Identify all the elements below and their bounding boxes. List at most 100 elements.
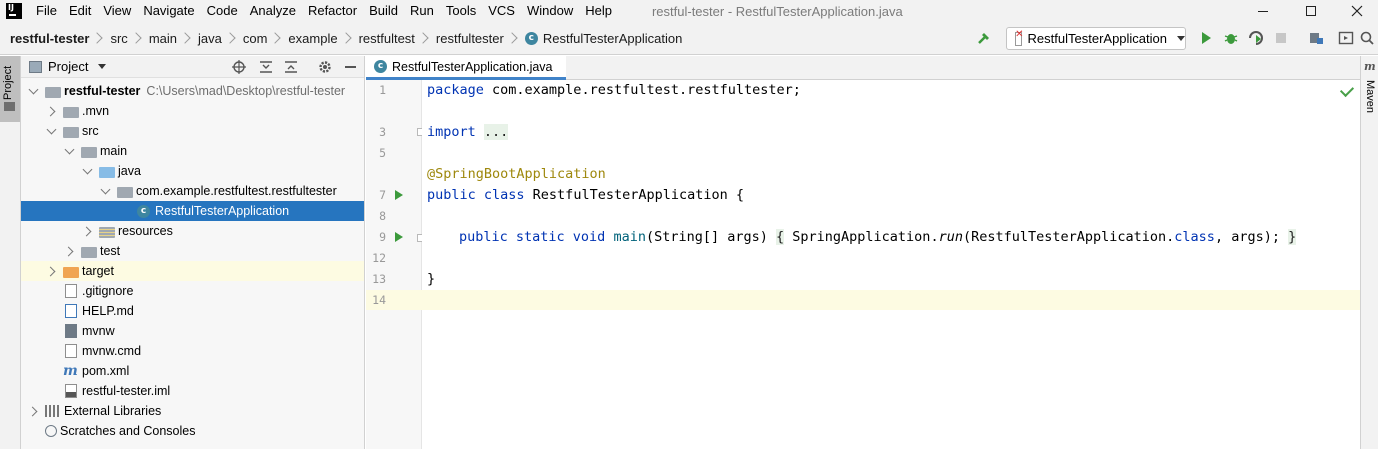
expand-arrow-icon[interactable] (79, 221, 95, 241)
run-with-coverage-icon[interactable] (1248, 30, 1264, 46)
tree-item-label: HELP.md (82, 304, 134, 318)
expand-arrow-icon[interactable] (43, 261, 59, 281)
expand-arrow-icon[interactable] (43, 121, 59, 141)
menu-navigate[interactable]: Navigate (137, 0, 200, 22)
expand-arrow-icon[interactable] (61, 241, 77, 261)
tree-item-label: test (100, 244, 121, 258)
expand-arrow-icon[interactable] (25, 401, 41, 421)
search-everywhere-icon[interactable] (1359, 30, 1375, 46)
menu-file[interactable]: File (30, 0, 63, 22)
project-tab-label: Project (2, 65, 14, 100)
breadcrumb-com[interactable]: com (243, 31, 268, 46)
line-number: 3 (379, 125, 386, 139)
menu-tools[interactable]: Tools (440, 0, 482, 22)
menu-vcs[interactable]: VCS (482, 0, 521, 22)
tree-item-main[interactable]: main (21, 141, 364, 161)
close-button[interactable] (1334, 0, 1378, 22)
tree-item-label: resources (118, 224, 173, 238)
tree-item-package[interactable]: com.example.restfultest.restfultester (21, 181, 364, 201)
module-folder-icon (45, 87, 61, 98)
expand-all-icon[interactable] (258, 59, 274, 75)
package-icon (117, 187, 133, 198)
expand-arrow-icon[interactable] (97, 181, 113, 201)
project-view-icon (29, 60, 42, 73)
text-file-icon (65, 344, 77, 358)
tree-item-mvnw[interactable]: mvnw (21, 321, 364, 341)
right-tool-strip: m Maven (1360, 56, 1378, 449)
run-gutter-icon[interactable] (395, 190, 403, 200)
minimize-button[interactable] (1240, 0, 1286, 22)
breadcrumb-class[interactable]: c RestfulTesterApplication (524, 31, 682, 46)
line-number: 14 (372, 293, 386, 307)
excluded-folder-icon (63, 267, 79, 278)
breadcrumb-separator-icon (339, 32, 352, 44)
libraries-icon (45, 405, 59, 417)
debug-icon[interactable] (1223, 30, 1239, 46)
breadcrumb-main[interactable]: main (149, 31, 177, 46)
run-icon[interactable] (1198, 30, 1214, 46)
tree-item-external-libraries[interactable]: External Libraries (21, 401, 364, 421)
expand-arrow-icon[interactable] (79, 161, 95, 181)
tree-item-resources[interactable]: resources (21, 221, 364, 241)
project-panel-title[interactable]: Project (48, 59, 88, 74)
breadcrumb-separator-icon (179, 32, 191, 44)
tab-restful-tester-application[interactable]: c RestfulTesterApplication.java (366, 56, 566, 80)
breadcrumb-restfultest[interactable]: restfultest (359, 31, 415, 46)
tree-item-scratches[interactable]: Scratches and Consoles (21, 421, 364, 441)
breadcrumb-example[interactable]: example (288, 31, 337, 46)
menu-view[interactable]: View (97, 0, 137, 22)
chevron-down-icon[interactable] (98, 64, 107, 69)
folded-imports[interactable]: ... (483, 124, 509, 140)
menu-run[interactable]: Run (404, 0, 440, 22)
hide-panel-icon[interactable] (345, 66, 356, 68)
breadcrumb-restfultester[interactable]: restfultester (436, 31, 504, 46)
tree-item-src[interactable]: src (21, 121, 364, 141)
presentation-mode-icon[interactable] (1338, 30, 1354, 46)
spring-class-icon: c (137, 204, 150, 218)
menu-build[interactable]: Build (363, 0, 404, 22)
minimize-icon (1258, 10, 1268, 12)
menu-edit[interactable]: Edit (63, 0, 97, 22)
tree-item-gitignore[interactable]: .gitignore (21, 281, 364, 301)
breadcrumb-project[interactable]: restful-tester (10, 31, 89, 46)
tree-item-target[interactable]: target (21, 261, 364, 281)
folded-method-close[interactable]: } (1288, 229, 1297, 245)
build-hammer-icon[interactable] (976, 30, 992, 46)
project-tool-window-tab[interactable]: Project (0, 56, 20, 122)
tree-item-mvn[interactable]: .mvn (21, 101, 364, 121)
project-structure-icon[interactable] (1308, 30, 1324, 46)
breadcrumb-java[interactable]: java (198, 31, 222, 46)
tree-item-root[interactable]: restful-tester C:\Users\mad\Desktop\rest… (21, 81, 364, 101)
menu-analyze[interactable]: Analyze (244, 0, 302, 22)
gear-icon[interactable] (317, 59, 333, 75)
expand-arrow-icon[interactable] (61, 141, 77, 161)
breadcrumb-separator-icon (130, 32, 142, 44)
tree-item-mvnw-cmd[interactable]: mvnw.cmd (21, 341, 364, 361)
maximize-button[interactable] (1288, 0, 1334, 22)
tree-item-help-md[interactable]: HELP.md (21, 301, 364, 321)
code-line-9: public static void main(String[] args) {… (459, 229, 1297, 245)
spring-class-icon: c (524, 31, 538, 45)
maven-icon: m (1364, 60, 1376, 73)
code-editor[interactable]: package com.example.restfultest.restfult… (422, 80, 1360, 449)
menu-window[interactable]: Window (521, 0, 579, 22)
tree-item-pom[interactable]: m pom.xml (21, 361, 364, 381)
locate-target-icon[interactable] (231, 59, 247, 75)
tree-item-iml[interactable]: restful-tester.iml (21, 381, 364, 401)
run-configuration-select[interactable]: ✕ RestfulTesterApplication (1006, 27, 1186, 50)
code-line-13: } (427, 271, 436, 287)
menu-refactor[interactable]: Refactor (302, 0, 363, 22)
folded-method-open[interactable]: { (776, 229, 785, 245)
stop-icon[interactable] (1273, 30, 1289, 46)
menu-help[interactable]: Help (579, 0, 618, 22)
tree-item-application-class[interactable]: c RestfulTesterApplication (21, 201, 364, 221)
tree-item-label: src (82, 124, 99, 138)
expand-arrow-icon[interactable] (25, 81, 41, 101)
menu-code[interactable]: Code (201, 0, 244, 22)
collapse-all-icon[interactable] (283, 59, 299, 75)
run-gutter-icon[interactable] (395, 232, 403, 242)
expand-arrow-icon[interactable] (43, 101, 59, 121)
breadcrumb-src[interactable]: src (110, 31, 127, 46)
tree-item-test[interactable]: test (21, 241, 364, 261)
tree-item-java[interactable]: java (21, 161, 364, 181)
